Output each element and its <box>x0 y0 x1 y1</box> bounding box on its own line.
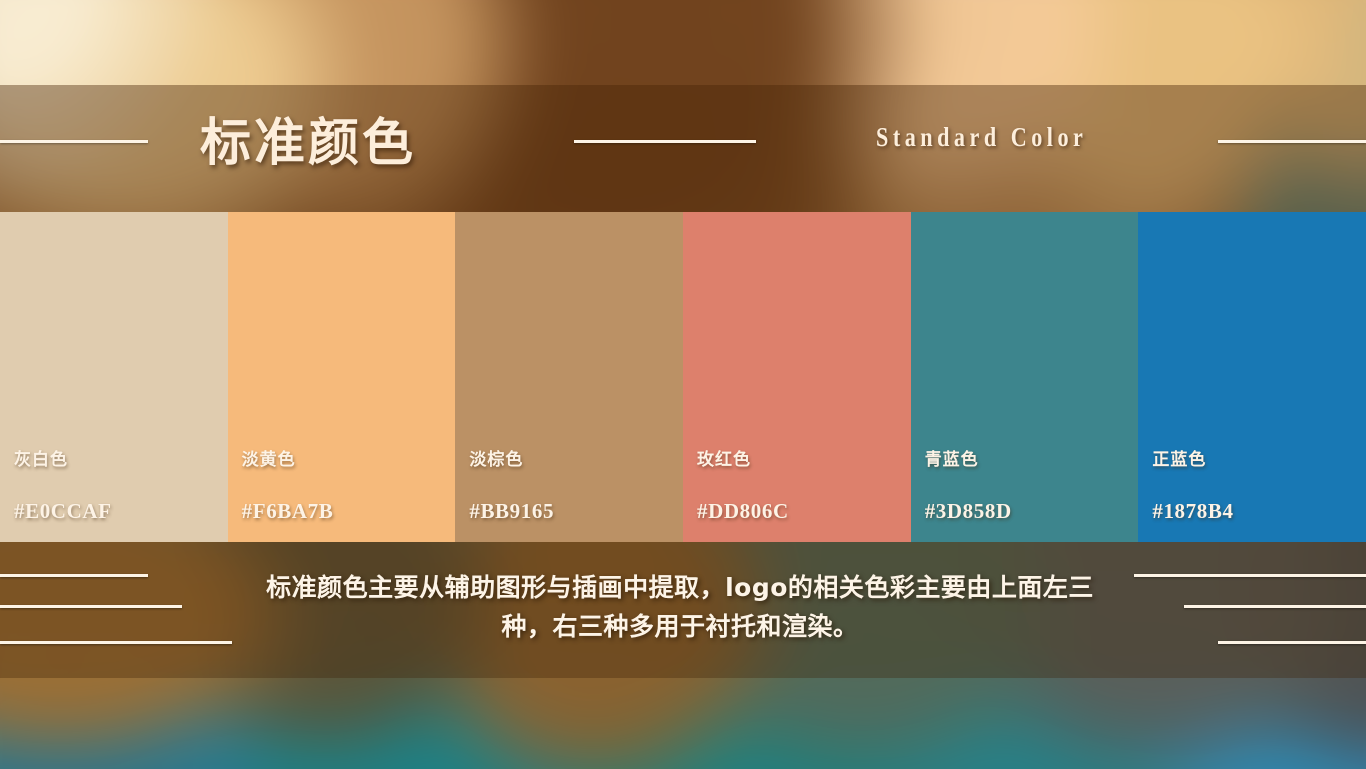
caption-rule-right-2 <box>1184 605 1366 608</box>
swatch-hex-1: #F6BA7B <box>241 499 334 523</box>
caption-rule-left-2 <box>0 605 182 608</box>
caption-rule-left-1 <box>0 574 148 577</box>
swatch-name-3: 玫红色 <box>697 450 752 470</box>
caption-rule-right-3 <box>1218 641 1366 644</box>
caption-text: 标准颜色主要从辅助图形与插画中提取，logo的相关色彩主要由上面左三种，右三种多… <box>266 573 1094 641</box>
header-rule-left <box>0 140 148 143</box>
swatch-name-2: 淡棕色 <box>469 450 524 470</box>
page-title-chinese: 标准颜色 <box>200 114 417 173</box>
color-swatch-0: 灰白色 #E0CCAF <box>0 212 228 542</box>
swatch-hex-2: #BB9165 <box>469 499 555 523</box>
caption-rule-right-1 <box>1134 574 1366 577</box>
color-swatch-row: 灰白色 #E0CCAF 淡黄色 #F6BA7B 淡棕色 #BB9165 玫红色 … <box>0 212 1366 542</box>
slide-root: 标准颜色 Standard Color 灰白色 #E0CCAF 淡黄色 #F6B… <box>0 0 1366 769</box>
swatch-name-5: 正蓝色 <box>1152 450 1207 470</box>
swatch-hex-4: #3D858D <box>924 499 1012 523</box>
color-swatch-1: 淡黄色 #F6BA7B <box>227 212 456 542</box>
color-swatch-5: 正蓝色 #1878B4 <box>1138 212 1366 542</box>
color-swatch-2: 淡棕色 #BB9165 <box>455 212 684 542</box>
page-title-english: Standard Color <box>876 122 1088 152</box>
color-swatch-4: 青蓝色 #3D858D <box>910 212 1139 542</box>
color-swatch-3: 玫红色 #DD806C <box>683 212 911 542</box>
caption-rule-left-3 <box>0 641 232 644</box>
swatch-hex-5: #1878B4 <box>1152 499 1234 523</box>
swatch-name-1: 淡黄色 <box>241 450 296 470</box>
swatch-name-4: 青蓝色 <box>924 450 979 470</box>
swatch-hex-3: #DD806C <box>697 499 789 523</box>
swatch-name-0: 灰白色 <box>14 450 68 470</box>
header-rule-middle <box>574 140 756 143</box>
swatch-hex-0: #E0CCAF <box>14 499 112 523</box>
header-rule-right <box>1218 140 1366 143</box>
